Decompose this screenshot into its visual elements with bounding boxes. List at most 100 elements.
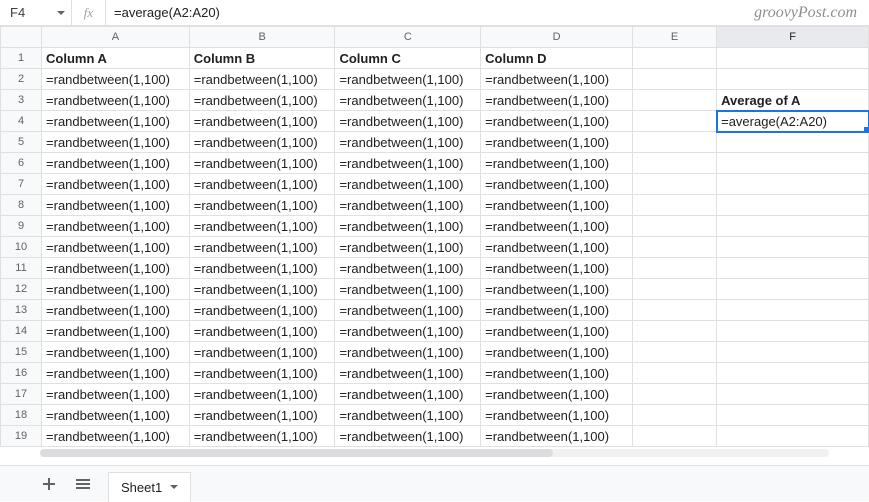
row-header[interactable]: 1: [1, 48, 42, 69]
cell[interactable]: =randbetween(1,100): [42, 342, 190, 363]
cell[interactable]: =randbetween(1,100): [481, 384, 633, 405]
cell[interactable]: Column D: [481, 48, 633, 69]
row-header[interactable]: 10: [1, 237, 42, 258]
row-header[interactable]: 11: [1, 258, 42, 279]
row-header[interactable]: 15: [1, 342, 42, 363]
cell[interactable]: [717, 321, 869, 342]
cell[interactable]: =randbetween(1,100): [335, 216, 481, 237]
sheet-tab-sheet1[interactable]: Sheet1: [108, 472, 191, 502]
cell[interactable]: =randbetween(1,100): [42, 237, 190, 258]
cell[interactable]: [632, 69, 716, 90]
cell[interactable]: [632, 174, 716, 195]
cell[interactable]: [632, 48, 716, 69]
cell[interactable]: =randbetween(1,100): [335, 258, 481, 279]
cell[interactable]: [632, 279, 716, 300]
cell[interactable]: [632, 258, 716, 279]
cell[interactable]: =randbetween(1,100): [42, 279, 190, 300]
cell[interactable]: Column C: [335, 48, 481, 69]
cell[interactable]: =randbetween(1,100): [335, 279, 481, 300]
cell[interactable]: [632, 426, 716, 447]
cell[interactable]: Column B: [189, 48, 335, 69]
cell[interactable]: Average of A: [717, 90, 869, 111]
cell[interactable]: =randbetween(1,100): [42, 300, 190, 321]
select-all-corner[interactable]: [1, 27, 42, 48]
spreadsheet-grid[interactable]: ABCDEF 1Column AColumn BColumn CColumn D…: [0, 26, 869, 459]
cell[interactable]: =randbetween(1,100): [189, 237, 335, 258]
cell[interactable]: =randbetween(1,100): [189, 132, 335, 153]
row-header[interactable]: 17: [1, 384, 42, 405]
cell[interactable]: =randbetween(1,100): [42, 111, 190, 132]
cell[interactable]: =randbetween(1,100): [42, 174, 190, 195]
cell[interactable]: =randbetween(1,100): [189, 174, 335, 195]
cell[interactable]: =randbetween(1,100): [42, 258, 190, 279]
cell[interactable]: =randbetween(1,100): [481, 132, 633, 153]
cell[interactable]: [632, 90, 716, 111]
cell[interactable]: [717, 363, 869, 384]
cell[interactable]: =randbetween(1,100): [335, 342, 481, 363]
name-box[interactable]: F4: [0, 0, 72, 25]
cell[interactable]: [717, 153, 869, 174]
row-header[interactable]: 13: [1, 300, 42, 321]
cell[interactable]: [717, 258, 869, 279]
cell[interactable]: [632, 153, 716, 174]
cell[interactable]: =randbetween(1,100): [481, 111, 633, 132]
all-sheets-button[interactable]: [74, 475, 92, 493]
cell[interactable]: =randbetween(1,100): [335, 132, 481, 153]
row-header[interactable]: 14: [1, 321, 42, 342]
column-header-b[interactable]: B: [189, 27, 335, 48]
column-header-a[interactable]: A: [42, 27, 190, 48]
cell[interactable]: [632, 195, 716, 216]
cell[interactable]: =randbetween(1,100): [189, 426, 335, 447]
formula-input[interactable]: =average(A2:A20): [106, 0, 869, 25]
cell[interactable]: =randbetween(1,100): [42, 195, 190, 216]
cell[interactable]: [717, 69, 869, 90]
cell[interactable]: =randbetween(1,100): [189, 405, 335, 426]
cell[interactable]: =randbetween(1,100): [481, 216, 633, 237]
row-header[interactable]: 7: [1, 174, 42, 195]
cell[interactable]: =randbetween(1,100): [189, 321, 335, 342]
cell[interactable]: =randbetween(1,100): [42, 132, 190, 153]
row-header[interactable]: 5: [1, 132, 42, 153]
cell[interactable]: =average(A2:A20): [717, 111, 869, 132]
cell[interactable]: =randbetween(1,100): [481, 405, 633, 426]
cell[interactable]: =randbetween(1,100): [481, 342, 633, 363]
cell[interactable]: [717, 237, 869, 258]
cell[interactable]: =randbetween(1,100): [335, 300, 481, 321]
row-header[interactable]: 6: [1, 153, 42, 174]
column-header-e[interactable]: E: [632, 27, 716, 48]
cell[interactable]: =randbetween(1,100): [481, 90, 633, 111]
cell[interactable]: [632, 342, 716, 363]
column-header-d[interactable]: D: [481, 27, 633, 48]
cell[interactable]: =randbetween(1,100): [481, 321, 633, 342]
cell[interactable]: =randbetween(1,100): [481, 426, 633, 447]
cell[interactable]: [717, 48, 869, 69]
cell[interactable]: =randbetween(1,100): [189, 153, 335, 174]
row-header[interactable]: 18: [1, 405, 42, 426]
cell[interactable]: =randbetween(1,100): [42, 405, 190, 426]
cell[interactable]: =randbetween(1,100): [189, 111, 335, 132]
cell[interactable]: [632, 237, 716, 258]
cell[interactable]: =randbetween(1,100): [481, 174, 633, 195]
cell[interactable]: =randbetween(1,100): [42, 216, 190, 237]
cell[interactable]: [717, 216, 869, 237]
cell[interactable]: =randbetween(1,100): [335, 174, 481, 195]
cell[interactable]: =randbetween(1,100): [42, 153, 190, 174]
cell[interactable]: [632, 363, 716, 384]
cell[interactable]: =randbetween(1,100): [335, 237, 481, 258]
cell[interactable]: =randbetween(1,100): [335, 363, 481, 384]
cell[interactable]: =randbetween(1,100): [42, 90, 190, 111]
cell[interactable]: =randbetween(1,100): [42, 321, 190, 342]
cell[interactable]: =randbetween(1,100): [189, 300, 335, 321]
cell[interactable]: [717, 132, 869, 153]
cell[interactable]: [717, 342, 869, 363]
scrollbar-thumb[interactable]: [40, 449, 553, 457]
cell[interactable]: =randbetween(1,100): [481, 258, 633, 279]
cell[interactable]: =randbetween(1,100): [42, 69, 190, 90]
cell[interactable]: =randbetween(1,100): [335, 69, 481, 90]
cell[interactable]: =randbetween(1,100): [189, 195, 335, 216]
cell[interactable]: =randbetween(1,100): [481, 363, 633, 384]
cell[interactable]: =randbetween(1,100): [481, 237, 633, 258]
cell[interactable]: =randbetween(1,100): [189, 69, 335, 90]
cell[interactable]: =randbetween(1,100): [335, 405, 481, 426]
cell[interactable]: [632, 300, 716, 321]
